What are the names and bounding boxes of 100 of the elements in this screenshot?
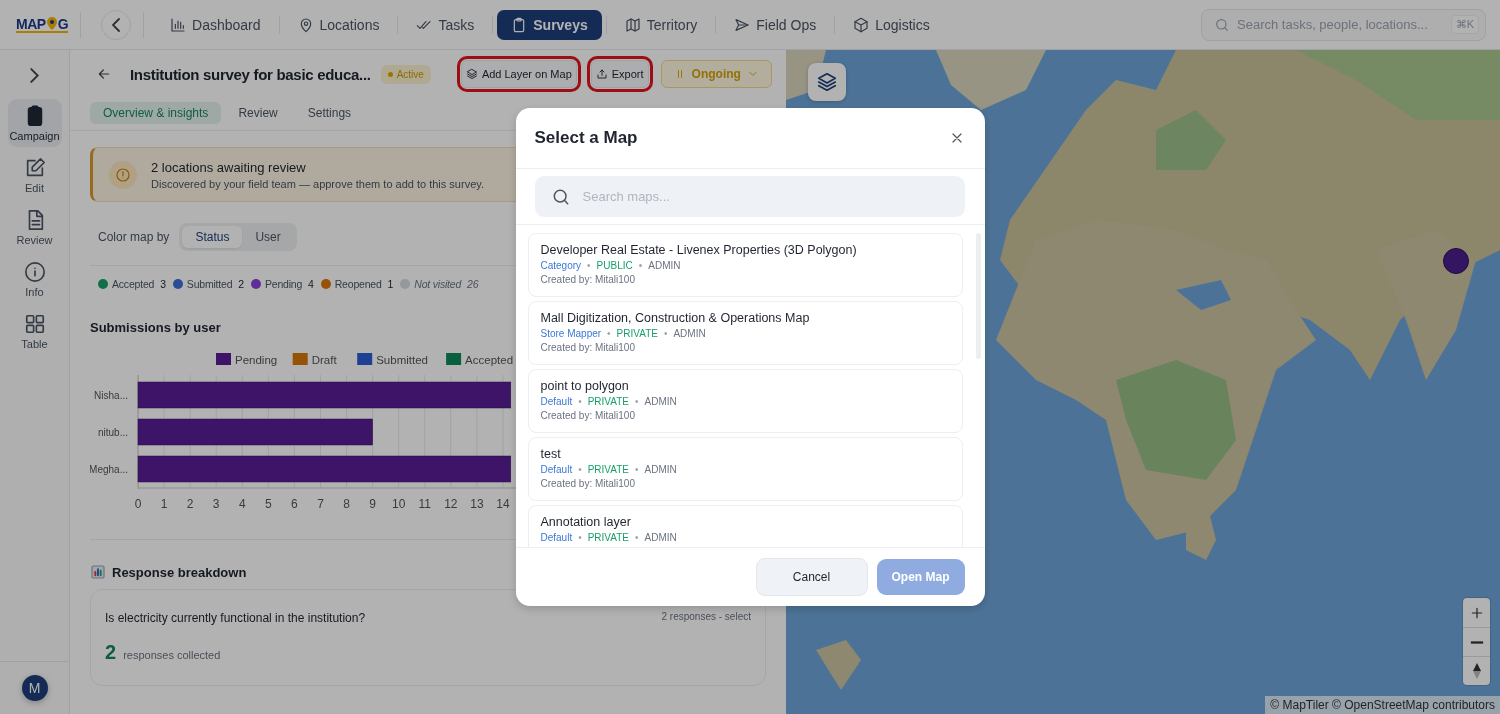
back-button[interactable] (101, 9, 131, 40)
tick-label: 12 (444, 497, 458, 511)
map-list-item[interactable]: Mall Digitization, Construction & Operations Map Store Mapper • PRIVATE • ADMIN Created by: Mitali100 (527, 301, 963, 365)
map-name: Mall Digitization, Construction & Operations Map (540, 311, 811, 325)
category-label: Nisha... (94, 390, 128, 401)
legend-label: Not visited (414, 278, 462, 290)
tick-label: 0 (134, 497, 142, 511)
role-tag: ADMIN (648, 260, 681, 271)
chevron-left-icon (112, 17, 120, 32)
visibility-tag: PRIVATE (616, 328, 658, 339)
nav-tab[interactable]: Tasks (402, 9, 489, 40)
nav-tab[interactable]: Field Ops (720, 9, 831, 40)
search-field[interactable]: Search tasks, people, locations... (1237, 10, 1444, 39)
legend-label: Pending (264, 278, 303, 290)
category-tag: Store Mapper (540, 328, 602, 339)
separator-dot: • (635, 532, 639, 543)
tick-label: 8 (343, 497, 350, 511)
alert-text: Discovered by your field team — approve them to add to this survey. (151, 177, 484, 190)
legend-count: 4 (308, 278, 314, 290)
map-list-item[interactable]: Developer Real Estate - Livenex Properties (3D Polygon) Category • PUBLIC • ADMIN Created by: Mitali100 (527, 233, 963, 297)
separator-dot: • (635, 396, 639, 407)
search-field[interactable]: Search maps... (582, 178, 949, 215)
back-arrow-button[interactable] (96, 66, 112, 82)
cancel-button[interactable]: Cancel (755, 558, 868, 596)
category-tag: Default (540, 396, 573, 407)
separator-dot: • (607, 328, 611, 339)
separator-dot: • (638, 260, 643, 271)
color-by-label: Color map by (98, 230, 170, 244)
toggle-option[interactable]: Status (182, 226, 243, 248)
category-tag: Default (540, 464, 573, 475)
role-tag: ADMIN (673, 328, 706, 339)
separator-dot: • (587, 260, 591, 271)
separator-dot: • (578, 532, 582, 543)
nav-tab[interactable]: Logistics (839, 9, 944, 40)
legend-label: Pending (235, 354, 278, 366)
search-icon (1214, 16, 1230, 33)
legend-label: Draft (311, 354, 337, 366)
user-avatar[interactable]: M (21, 675, 48, 701)
alert-title: 2 locations awaiting review (151, 159, 307, 175)
visibility-tag: PRIVATE (587, 464, 629, 475)
tick-label: 2 (186, 497, 194, 511)
tick-label: 5 (265, 497, 272, 511)
shortcut-hint: ⌘K (1450, 15, 1479, 34)
legend-count: 1 (387, 278, 394, 290)
tick-label: 13 (470, 497, 484, 511)
sidebar-item[interactable]: Info (7, 255, 62, 303)
category-label: nitub... (97, 427, 128, 438)
sidebar-item[interactable]: Campaign (7, 99, 62, 147)
response-meta: 2 responses - select (661, 611, 751, 622)
question-text: Is electricity currently functional in the institution? (105, 611, 366, 625)
bar-chart-icon (90, 564, 106, 580)
dialog-title: Select a Map (534, 128, 638, 148)
map-attribution: © MapTiler © OpenStreetMap contributors (1265, 696, 1500, 714)
layers-icon (465, 68, 478, 80)
sidebar-item[interactable]: Edit (7, 151, 62, 199)
tick-label: 11 (418, 497, 431, 511)
tick-label: 14 (496, 497, 510, 511)
tab[interactable]: Settings (294, 102, 365, 124)
layers-button[interactable] (808, 63, 846, 101)
map-list-item[interactable]: test Default • PRIVATE • ADMIN Created by: Mitali100 (527, 437, 963, 501)
nav-tab[interactable]: Territory (610, 9, 712, 40)
creator-text: Created by: Mitali100 (540, 274, 636, 285)
tab[interactable]: Overview & insights (90, 102, 222, 124)
app-logo[interactable]: MAP G (16, 16, 68, 33)
separator-dot: • (635, 464, 639, 475)
search-box[interactable]: Search maps... (534, 176, 965, 217)
role-tag: ADMIN (644, 464, 677, 475)
tick-label: 3 (212, 497, 220, 511)
sidebar-item[interactable]: Review (7, 203, 62, 251)
compass-icon (1471, 662, 1482, 680)
info-icon (23, 261, 46, 283)
nav-tab[interactable]: Dashboard (156, 9, 275, 40)
legend-label: Submitted (376, 354, 428, 366)
response-count: 2 (105, 641, 117, 664)
category-label: Megha... (90, 464, 128, 475)
nav-tab[interactable]: Locations (283, 9, 394, 40)
sidebar-item[interactable]: Table (7, 307, 62, 355)
nav-tab[interactable]: Surveys (497, 9, 602, 40)
creator-text: Created by: Mitali100 (540, 342, 636, 353)
tab[interactable]: Review (225, 102, 291, 124)
bar-chart-icon (170, 16, 186, 33)
map-list-item[interactable]: point to polygon Default • PRIVATE • ADMIN Created by: Mitali100 (527, 369, 963, 433)
expand-button[interactable] (30, 68, 39, 83)
section-title: Response breakdown (112, 564, 247, 580)
visibility-tag: PUBLIC (596, 260, 633, 271)
tick-label: 6 (291, 497, 298, 511)
map-name: Developer Real Estate - Livenex Properties (3D Polygon) (540, 243, 858, 257)
cube-icon (853, 16, 870, 33)
arrow-left-icon (96, 66, 112, 82)
role-tag: ADMIN (644, 532, 677, 543)
count-label: responses collected (123, 649, 221, 661)
creator-text: Created by: Mitali100 (540, 478, 636, 489)
separator-dot: • (663, 328, 668, 339)
tick-label: 4 (238, 497, 246, 511)
legend-count: 2 (238, 278, 244, 290)
map-name: Annotation layer (540, 515, 632, 529)
toggle-option[interactable]: User (242, 226, 294, 248)
legend-label: Reopened (334, 278, 382, 290)
category-tag: Default (540, 532, 573, 543)
separator-dot: • (578, 464, 582, 475)
